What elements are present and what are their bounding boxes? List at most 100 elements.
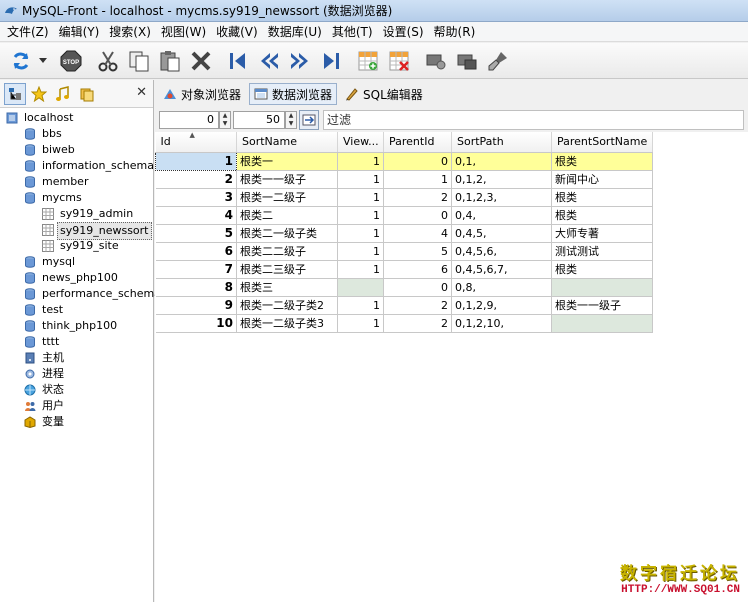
tree-node-table[interactable]: sy919_admin [0,206,153,222]
table-cell[interactable]: 测试测试 [551,242,653,261]
tree-node-users[interactable]: 用户 [0,398,153,414]
prev-record-icon[interactable] [254,46,284,76]
tree-node-database[interactable]: performance_schema [0,286,161,302]
table-row[interactable]: 9 根类一二级子类2 1 2 0,1,2,9, 根类一一级子 [155,296,653,315]
menu-item[interactable]: 收藏(V) [211,22,263,42]
table-cell[interactable]: 0,4, [451,206,552,225]
copy-icon[interactable] [124,46,154,76]
table-cell[interactable]: 根类二一级子类 [236,224,338,243]
table-cell[interactable]: 1 [337,260,384,279]
menu-item[interactable]: 编辑(Y) [54,22,105,42]
column-header[interactable]: SortPath [451,132,552,153]
menu-item[interactable]: 文件(Z) [2,22,54,42]
table-cell[interactable]: 0,1,2, [451,170,552,189]
tree-node-status[interactable]: 状态 [0,382,153,398]
delete-record-icon[interactable] [384,46,414,76]
table-cell[interactable]: 根类一一级子 [551,296,653,315]
cut-icon[interactable] [93,46,123,76]
table-row[interactable]: 5 根类二一级子类 1 4 0,4,5, 大师专著 [155,224,653,243]
tree-node-database[interactable]: biweb [0,142,153,158]
table-row[interactable]: 6 根类二二级子 1 5 0,4,5,6, 测试测试 [155,242,653,261]
table-cell[interactable]: 根类二 [236,206,338,225]
table-cell[interactable] [551,314,653,333]
table-cell[interactable]: 6 [155,242,237,261]
table-cell[interactable]: 1 [337,314,384,333]
insert-record-icon[interactable] [353,46,383,76]
table-cell[interactable]: 根类一二级子类3 [236,314,338,333]
table-cell[interactable] [551,278,653,297]
table-row[interactable]: 8 根类三 0 0,8, [155,278,653,297]
limit-spinner[interactable]: ▲ ▼ [285,111,297,129]
tree-node-host[interactable]: 主机 [0,350,153,366]
table-cell[interactable]: 4 [155,206,237,225]
stop-icon[interactable]: STOP [56,46,86,76]
post-edit-icon[interactable] [421,46,451,76]
table-cell[interactable]: 8 [155,278,237,297]
table-cell[interactable]: 2 [155,170,237,189]
tree-node-process[interactable]: 进程 [0,366,153,382]
table-cell[interactable]: 9 [155,296,237,315]
table-cell[interactable]: 3 [155,188,237,207]
table-cell[interactable]: 根类二三级子 [236,260,338,279]
menu-item[interactable]: 帮助(R) [429,22,481,42]
table-row[interactable]: 2 根类一一级子 1 1 0,1,2, 新闻中心 [155,170,653,189]
table-cell[interactable]: 0 [383,152,452,171]
favorites-star-icon[interactable] [28,83,50,105]
menu-item[interactable]: 设置(S) [378,22,429,42]
table-row[interactable]: 10 根类一二级子类3 1 2 0,1,2,10, [155,314,653,333]
tab-sql-editor[interactable]: SQL编辑器 [341,83,427,105]
table-cell[interactable]: 1 [337,296,384,315]
tree-node-database[interactable]: information_schema [0,158,154,174]
table-cell[interactable]: 根类一二级子 [236,188,338,207]
tree-view-icon[interactable] [4,82,26,105]
menu-item[interactable]: 视图(W) [156,22,211,42]
table-cell[interactable]: 根类 [551,260,653,279]
table-row[interactable]: 1 根类一 1 0 0,1, 根类 [155,151,653,171]
cancel-edit-icon[interactable] [452,46,482,76]
table-cell[interactable]: 0 [383,278,452,297]
table-cell[interactable]: 1 [337,188,384,207]
tree-node-localhost[interactable]: localhost [0,110,153,126]
table-cell[interactable]: 1 [383,170,452,189]
tree-node-table[interactable]: sy919_site [0,238,153,254]
table-cell[interactable] [337,278,384,297]
tree-node-database[interactable]: mysql [0,254,153,270]
apply-limit-button[interactable] [299,110,319,130]
tab-data-browser[interactable]: 数据浏览器 [249,83,338,105]
tree-node-database[interactable]: tttt [0,334,153,350]
table-cell[interactable]: 4 [383,224,452,243]
table-cell[interactable]: 0,4,5,6, [451,242,552,261]
table-row[interactable]: 7 根类二三级子 1 6 0,4,5,6,7, 根类 [155,260,653,279]
table-cell[interactable]: 2 [383,314,452,333]
tree-node-database[interactable]: mycms [0,190,153,206]
table-cell[interactable]: 新闻中心 [551,170,653,189]
offset-input[interactable]: 0 [159,111,219,129]
tab-object-browser[interactable]: 对象浏览器 [159,83,245,105]
table-row[interactable]: 4 根类二 1 0 0,4, 根类 [155,206,653,225]
table-cell[interactable]: 根类一 [236,152,338,171]
tree-node-database[interactable]: test [0,302,153,318]
tree-node-database[interactable]: member [0,174,153,190]
tree-node-database[interactable]: think_php100 [0,318,153,334]
table-cell[interactable]: 0,1, [451,152,552,171]
refresh-icon[interactable] [6,46,36,76]
table-cell[interactable]: 根类 [551,206,653,225]
table-row[interactable]: 3 根类一二级子 1 2 0,1,2,3, 根类 [155,188,653,207]
table-cell[interactable]: 6 [383,260,452,279]
offset-spinner[interactable]: ▲ ▼ [219,111,231,129]
table-cell[interactable]: 0 [383,206,452,225]
table-cell[interactable]: 5 [155,224,237,243]
table-cell[interactable]: 根类一二级子类2 [236,296,338,315]
table-cell[interactable]: 0,4,5, [451,224,552,243]
table-cell[interactable]: 1 [337,152,384,171]
column-header[interactable]: ParentSortName [551,132,653,153]
table-cell[interactable]: 0,1,2,3, [451,188,552,207]
table-cell[interactable]: 2 [383,296,452,315]
table-cell[interactable]: 10 [155,314,237,333]
menu-item[interactable]: 搜索(X) [104,22,156,42]
tree-node-table[interactable]: sy919_newssort [0,222,153,240]
browse-history-icon[interactable] [76,83,98,105]
table-cell[interactable]: 7 [155,260,237,279]
table-cell[interactable]: 0,8, [451,278,552,297]
tree-node-database[interactable]: bbs [0,126,153,142]
